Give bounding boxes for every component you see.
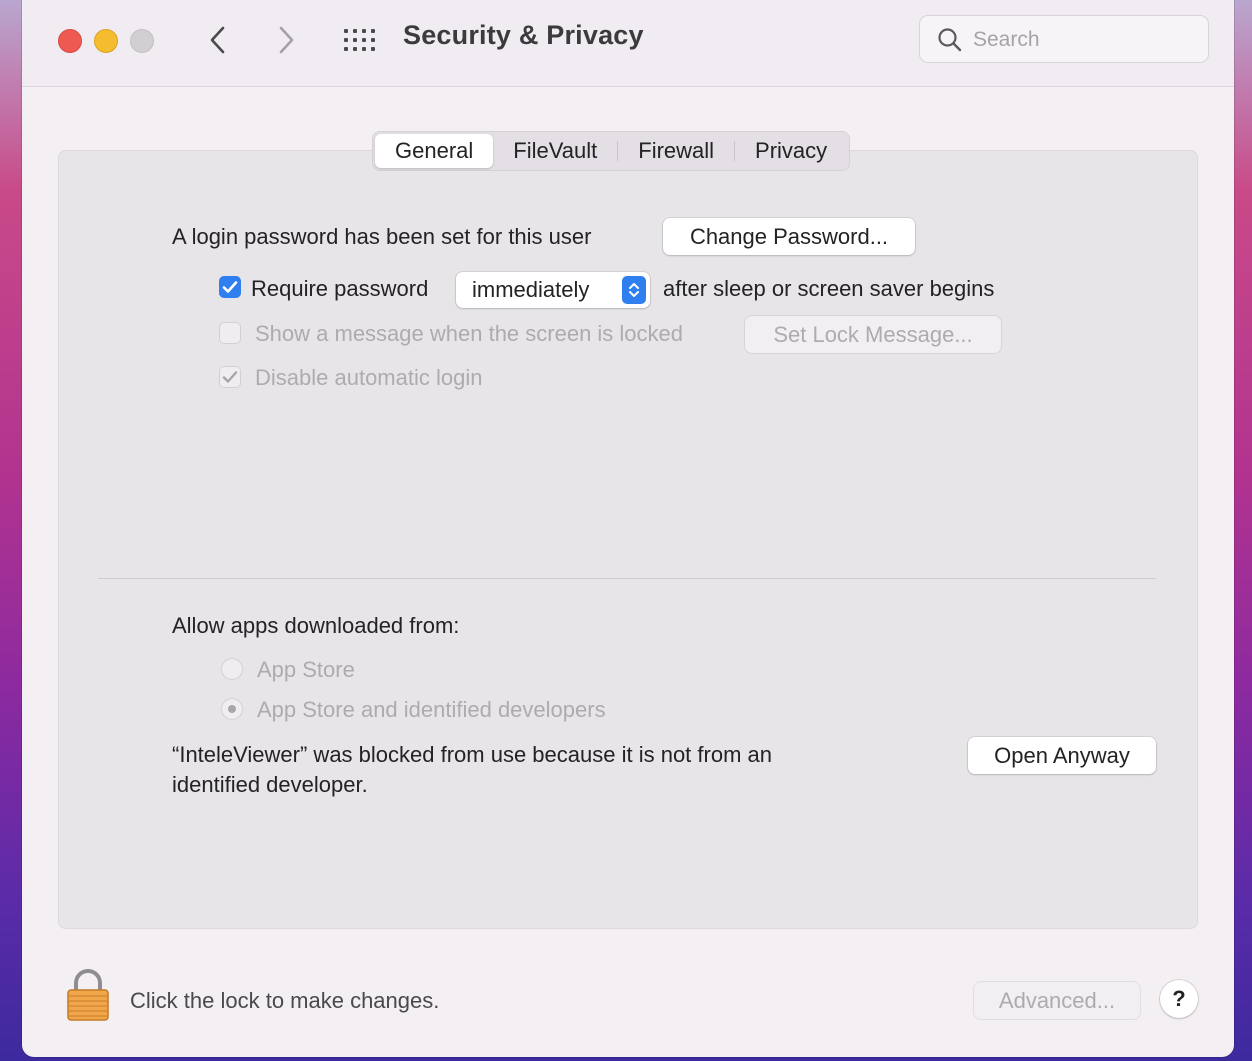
disable-auto-login-label: Disable automatic login — [255, 365, 483, 390]
radio-app-store-identified-label: App Store and identified developers — [257, 697, 606, 722]
show-all-button[interactable] — [340, 24, 380, 56]
show-message-label: Show a message when the screen is locked — [255, 321, 684, 346]
general-tab-panel — [58, 150, 1198, 929]
tab-privacy[interactable]: Privacy — [735, 134, 847, 168]
zoom-window-button — [130, 29, 154, 53]
close-window-button[interactable] — [58, 29, 82, 53]
search-field[interactable]: Search — [919, 15, 1209, 63]
tab-firewall[interactable]: Firewall — [618, 134, 734, 168]
lock-hint-text: Click the lock to make changes. — [130, 988, 440, 1013]
checkmark-icon — [222, 281, 238, 293]
tab-bar: General FileVault Firewall Privacy — [372, 131, 851, 171]
show-message-checkbox[interactable] — [219, 322, 241, 344]
search-placeholder: Search — [973, 28, 1040, 51]
chevron-right-icon — [279, 26, 294, 54]
show-all-grid-icon — [344, 29, 375, 51]
lock-button[interactable] — [66, 968, 110, 1027]
chevron-left-icon — [210, 26, 225, 54]
minimize-window-button[interactable] — [94, 29, 118, 53]
blocked-app-message-line1: “InteleViewer” was blocked from use beca… — [172, 742, 772, 767]
help-button[interactable]: ? — [1160, 980, 1198, 1018]
allow-apps-heading: Allow apps downloaded from: — [172, 613, 460, 638]
tab-general[interactable]: General — [375, 134, 494, 168]
require-password-delay-value: immediately — [472, 277, 590, 302]
forward-button[interactable] — [268, 22, 304, 58]
radio-app-store-label: App Store — [257, 657, 355, 682]
change-password-button[interactable]: Change Password... — [663, 218, 915, 255]
blocked-app-message-line2: identified developer. — [172, 772, 368, 797]
checkmark-icon — [222, 371, 238, 383]
after-sleep-text: after sleep or screen saver begins — [663, 276, 995, 301]
require-password-delay-select[interactable]: immediately — [456, 272, 650, 308]
system-preferences-window: Security & Privacy Search General FileVa… — [22, 0, 1234, 1057]
window-title: Security & Privacy — [403, 20, 644, 50]
padlock-icon — [67, 969, 109, 1021]
set-lock-message-button[interactable]: Set Lock Message... — [745, 316, 1001, 353]
radio-app-store-identified[interactable] — [221, 698, 243, 720]
require-password-checkbox[interactable] — [219, 276, 241, 298]
radio-selected-dot — [228, 705, 236, 713]
popup-stepper-icon — [622, 276, 646, 304]
disable-auto-login-checkbox[interactable] — [219, 366, 241, 388]
login-password-text: A login password has been set for this u… — [172, 224, 592, 249]
require-password-label: Require password — [251, 276, 429, 301]
advanced-button[interactable]: Advanced... — [974, 982, 1140, 1019]
tab-filevault[interactable]: FileVault — [493, 134, 617, 168]
open-anyway-button[interactable]: Open Anyway — [968, 737, 1156, 774]
radio-app-store[interactable] — [221, 658, 243, 680]
search-icon — [937, 27, 963, 58]
back-button[interactable] — [200, 22, 236, 58]
section-divider — [98, 578, 1156, 579]
title-bar: Security & Privacy Search — [22, 0, 1234, 87]
